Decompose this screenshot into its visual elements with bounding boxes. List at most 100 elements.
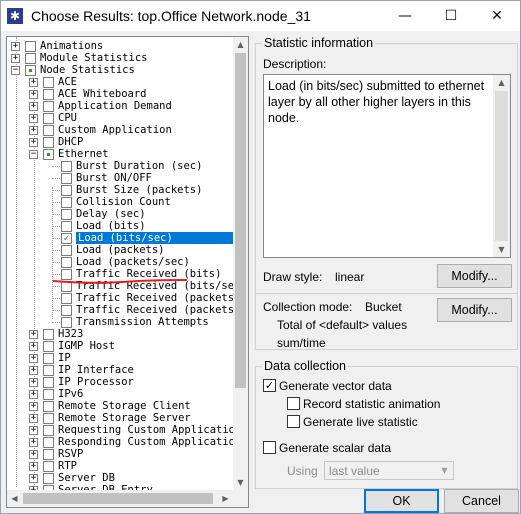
tree-checkbox[interactable] (61, 173, 72, 184)
scroll-left-icon[interactable]: ◀ (7, 491, 22, 506)
tree-checkbox[interactable] (43, 353, 54, 364)
tree-row[interactable]: − Ethernet (7, 148, 233, 160)
maximize-button[interactable]: ☐ (428, 1, 474, 31)
expand-icon[interactable]: + (29, 78, 38, 87)
tree-row[interactable]: Burst Duration (sec) (7, 160, 233, 172)
using-select[interactable]: last value ▼ (324, 461, 454, 480)
tree-row[interactable]: Collision Count (7, 196, 233, 208)
expand-icon[interactable]: + (29, 90, 38, 99)
tree-checkbox[interactable] (43, 365, 54, 376)
scroll-right-icon[interactable]: ▶ (218, 491, 233, 506)
tree-checkbox[interactable] (43, 437, 54, 448)
tree-checkbox[interactable] (43, 77, 54, 88)
expand-icon[interactable]: + (29, 450, 38, 459)
tree-checkbox[interactable] (43, 425, 54, 436)
expand-icon[interactable]: + (29, 330, 38, 339)
tree-checkbox[interactable] (43, 113, 54, 124)
expand-icon[interactable]: + (29, 402, 38, 411)
scroll-up-icon[interactable]: ▲ (233, 37, 248, 52)
scrollbar-thumb[interactable] (495, 91, 508, 241)
expand-icon[interactable]: + (29, 438, 38, 447)
statistics-tree[interactable]: + Animations + Module Statistics − Node Stati… (6, 36, 249, 508)
tree-row[interactable]: Burst Size (packets) (7, 184, 233, 196)
tree-row[interactable]: Load (bits) (7, 220, 233, 232)
cancel-button[interactable]: Cancel (444, 489, 519, 513)
tree-checkbox[interactable] (61, 185, 72, 196)
tree-row[interactable]: Burst ON/OFF (7, 172, 233, 184)
tree-checkbox[interactable] (43, 101, 54, 112)
tree-checkbox[interactable] (25, 65, 36, 76)
tree-checkbox[interactable] (61, 293, 72, 304)
tree-checkbox[interactable] (43, 461, 54, 472)
tree-row[interactable]: + IP Processor (7, 376, 233, 388)
tree-row[interactable]: − Node Statistics (7, 64, 233, 76)
expand-icon[interactable]: + (29, 366, 38, 375)
tree-horizontal-scrollbar[interactable]: ◀ ▶ (7, 490, 233, 507)
tree-row[interactable]: + Animations (7, 40, 233, 52)
tree-checkbox[interactable] (43, 341, 54, 352)
tree-row[interactable]: Load (packets) (7, 244, 233, 256)
description-textbox[interactable]: Load (in bits/sec) submitted to ethernet… (263, 74, 511, 258)
close-button[interactable]: ✕ (474, 1, 520, 31)
modify-draw-style-button[interactable]: Modify... (437, 264, 512, 288)
tree-row[interactable]: + Custom Application (7, 124, 233, 136)
tree-checkbox[interactable] (43, 413, 54, 424)
expand-icon[interactable]: + (29, 342, 38, 351)
tree-vertical-scrollbar[interactable]: ▲ ▼ (233, 37, 248, 490)
expand-icon[interactable]: + (29, 474, 38, 483)
tree-checkbox[interactable] (43, 137, 54, 148)
collapse-icon[interactable]: − (11, 66, 20, 75)
tree-row[interactable]: + RTP (7, 460, 233, 472)
tree-row[interactable]: Traffic Received (packets) (7, 292, 233, 304)
scrollbar-thumb[interactable] (235, 53, 246, 388)
tree-checkbox[interactable] (43, 125, 54, 136)
tree-row[interactable]: + Remote Storage Server (7, 412, 233, 424)
tree-row[interactable]: Traffic Received (packets/sec) (7, 304, 233, 316)
tree-checkbox[interactable]: ✓ (61, 233, 72, 244)
expand-icon[interactable]: + (29, 102, 38, 111)
record-animation-checkbox[interactable] (287, 397, 300, 410)
tree-row[interactable]: + RSVP (7, 448, 233, 460)
expand-icon[interactable]: + (11, 42, 20, 51)
expand-icon[interactable]: + (29, 354, 38, 363)
tree-checkbox[interactable] (43, 329, 54, 340)
generate-scalar-checkbox[interactable] (263, 441, 276, 454)
tree-checkbox[interactable] (43, 473, 54, 484)
tree-row[interactable]: + Remote Storage Client (7, 400, 233, 412)
tree-checkbox[interactable] (43, 389, 54, 400)
description-scrollbar[interactable]: ▲ ▼ (493, 75, 510, 257)
tree-checkbox[interactable] (61, 245, 72, 256)
expand-icon[interactable]: + (29, 126, 38, 135)
tree-row[interactable]: + CPU (7, 112, 233, 124)
tree-row[interactable]: + Responding Custom Application (7, 436, 233, 448)
tree-row[interactable]: Transmission Attempts (7, 316, 233, 328)
tree-row[interactable]: + Requesting Custom Application (7, 424, 233, 436)
tree-checkbox[interactable] (43, 401, 54, 412)
scroll-up-icon[interactable]: ▲ (493, 75, 510, 90)
expand-icon[interactable]: + (11, 54, 20, 63)
collapse-icon[interactable]: − (29, 150, 38, 159)
tree-row[interactable]: + ACE Whiteboard (7, 88, 233, 100)
generate-vector-checkbox[interactable]: ✓ (263, 379, 276, 392)
modify-collection-mode-button[interactable]: Modify... (437, 298, 512, 322)
tree-checkbox[interactable] (43, 149, 54, 160)
expand-icon[interactable]: + (29, 390, 38, 399)
tree-checkbox[interactable] (61, 197, 72, 208)
minimize-button[interactable]: — (382, 1, 428, 31)
tree-row[interactable]: + IP Interface (7, 364, 233, 376)
expand-icon[interactable]: + (29, 414, 38, 423)
tree-row[interactable]: + IGMP Host (7, 340, 233, 352)
scroll-down-icon[interactable]: ▼ (493, 242, 510, 257)
scrollbar-thumb[interactable] (23, 493, 213, 504)
tree-row[interactable]: + H323 (7, 328, 233, 340)
tree-row[interactable]: + Server DB (7, 472, 233, 484)
tree-row[interactable]: + DHCP (7, 136, 233, 148)
ok-button[interactable]: OK (364, 489, 439, 513)
tree-checkbox[interactable] (61, 305, 72, 316)
tree-row[interactable]: + Module Statistics (7, 52, 233, 64)
tree-checkbox[interactable] (43, 89, 54, 100)
tree-checkbox[interactable] (61, 257, 72, 268)
tree-row[interactable]: + IP (7, 352, 233, 364)
tree-row[interactable]: + ACE (7, 76, 233, 88)
expand-icon[interactable]: + (29, 462, 38, 471)
